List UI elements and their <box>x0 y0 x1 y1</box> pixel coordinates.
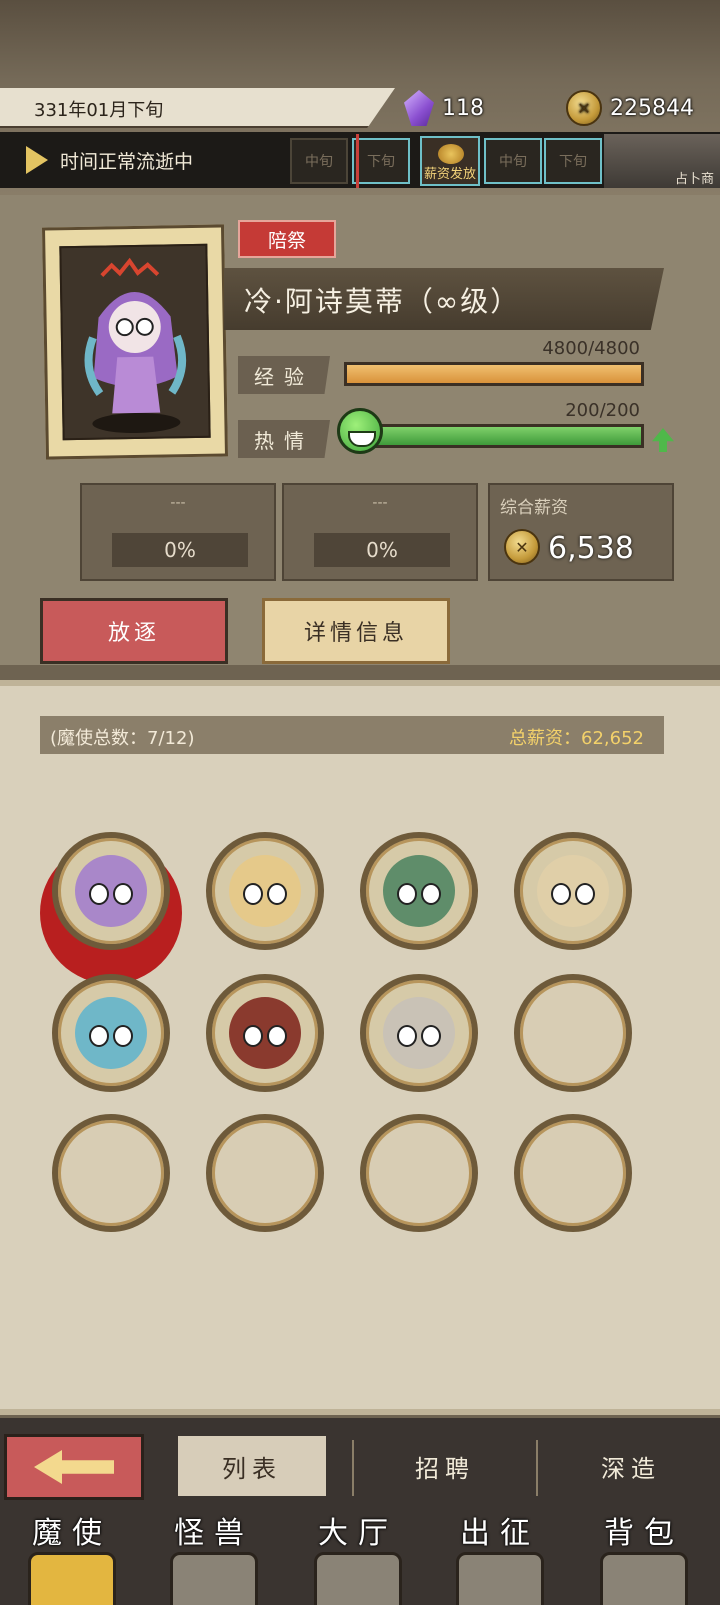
tab-recruit[interactable]: 招聘 <box>370 1436 520 1496</box>
gold-coin-icon: ✕ <box>566 90 602 126</box>
salary-value: 6,538 <box>548 531 634 566</box>
rank-slot: --- 0% <box>282 483 478 581</box>
envoy-avatar <box>229 997 301 1069</box>
nav-monsters[interactable]: 怪兽 <box>150 1508 278 1605</box>
roster-slot-selected[interactable] <box>52 832 170 950</box>
roster-slot-empty[interactable] <box>206 1114 324 1232</box>
roster-slot-empty[interactable] <box>514 1114 632 1232</box>
exile-button[interactable]: 放逐 <box>40 598 228 664</box>
monster-icon <box>170 1552 258 1605</box>
details-button[interactable]: 详情信息 <box>262 598 450 664</box>
tab-divider <box>352 1440 354 1496</box>
play-icon[interactable] <box>26 146 48 174</box>
nav-label: 出征 <box>460 1516 540 1551</box>
envoy-avatar <box>75 997 147 1069</box>
crystal-counter[interactable]: 118 <box>404 88 484 128</box>
envoy-avatar <box>75 855 147 927</box>
exp-bar-fill <box>347 365 641 383</box>
roster-slot[interactable] <box>206 974 324 1092</box>
passion-bar <box>374 424 644 448</box>
salary-panel: 综合薪资 ✕ 6,538 <box>488 483 674 581</box>
fortune-shop-label: 占卜商 <box>674 172 714 187</box>
roster-total-salary: 总薪资：62,652 <box>509 728 644 749</box>
roster-slot[interactable] <box>514 832 632 950</box>
roster-slot[interactable] <box>52 974 170 1092</box>
nav-backpack[interactable]: 背包 <box>580 1508 708 1605</box>
rank-percent: 0% <box>314 533 450 567</box>
timeline-cell: 下旬 <box>544 138 602 184</box>
nav-label: 大厅 <box>318 1516 398 1551</box>
back-button[interactable] <box>4 1434 144 1500</box>
salary-label: 综合薪资 <box>500 498 568 518</box>
exp-bar <box>344 362 644 386</box>
tab-list[interactable]: 列表 <box>178 1436 326 1496</box>
current-date: 331年01月下旬 <box>34 100 164 121</box>
rank-name: --- <box>372 495 388 511</box>
roster-slot[interactable] <box>360 832 478 950</box>
timeline-cell: 中旬 <box>484 138 542 184</box>
nav-label: 背包 <box>604 1516 684 1551</box>
exp-value: 4800/4800 <box>542 338 640 359</box>
roster-slot[interactable] <box>360 974 478 1092</box>
character-sprite <box>84 257 187 434</box>
timeline-marker <box>356 134 359 188</box>
timeline-cell: 中旬 <box>290 138 348 184</box>
fortune-shop-event[interactable]: 占卜商 <box>604 134 720 188</box>
character-name-bar: 冷·阿诗莫蒂（∞级） <box>224 268 664 330</box>
tab-divider <box>536 1440 538 1496</box>
date-bar: 331年01月下旬 <box>0 88 395 128</box>
back-arrow-icon <box>34 1450 114 1484</box>
tab-advanced-study[interactable]: 深造 <box>556 1436 706 1496</box>
gold-counter[interactable]: ✕ 225844 <box>566 88 694 128</box>
gold-coin-icon: ✕ <box>504 529 540 565</box>
rank-name: --- <box>170 495 186 511</box>
character-portrait-frame[interactable] <box>41 224 229 460</box>
envoy-avatar <box>383 855 455 927</box>
roster-slot-empty[interactable] <box>514 974 632 1092</box>
role-tag: 陪祭 <box>238 220 336 258</box>
roster-slot-empty[interactable] <box>360 1114 478 1232</box>
nav-demon-envoys[interactable]: 魔使 <box>8 1508 136 1605</box>
crystal-count: 118 <box>442 95 484 121</box>
backpack-icon <box>600 1552 688 1605</box>
hall-icon <box>314 1552 402 1605</box>
skull-icon <box>28 1552 116 1605</box>
rank-slot: --- 0% <box>80 483 276 581</box>
happy-face-icon <box>337 408 383 454</box>
nav-label: 魔使 <box>32 1516 112 1551</box>
nav-label: 怪兽 <box>174 1516 254 1551</box>
roster-count: (魔使总数：7/12) <box>50 728 195 749</box>
exp-label: 经验 <box>238 356 330 394</box>
envoy-avatar <box>229 855 301 927</box>
nav-expedition[interactable]: 出征 <box>436 1508 564 1605</box>
payday-cell: 薪资发放 <box>420 136 480 186</box>
time-status: 时间正常流逝中 <box>60 151 194 173</box>
character-name: 冷·阿诗莫蒂（∞级） <box>244 285 521 318</box>
gold-count: 225844 <box>610 95 694 121</box>
crystal-icon <box>404 90 434 126</box>
roster-header: (魔使总数：7/12) 总薪资：62,652 <box>40 716 664 754</box>
nav-hall[interactable]: 大厅 <box>294 1508 422 1605</box>
character-portrait <box>59 243 211 441</box>
envoy-avatar <box>537 855 609 927</box>
envoy-avatar <box>383 997 455 1069</box>
rank-percent: 0% <box>112 533 248 567</box>
timeline-cell-current: 下旬 <box>352 138 410 184</box>
expedition-icon <box>456 1552 544 1605</box>
passion-value: 200/200 <box>565 400 640 421</box>
roster-slot-empty[interactable] <box>52 1114 170 1232</box>
passion-bar-fill <box>377 427 641 445</box>
roster-slot[interactable] <box>206 832 324 950</box>
payday-label: 薪资发放 <box>423 167 476 182</box>
passion-label: 热情 <box>238 420 330 458</box>
